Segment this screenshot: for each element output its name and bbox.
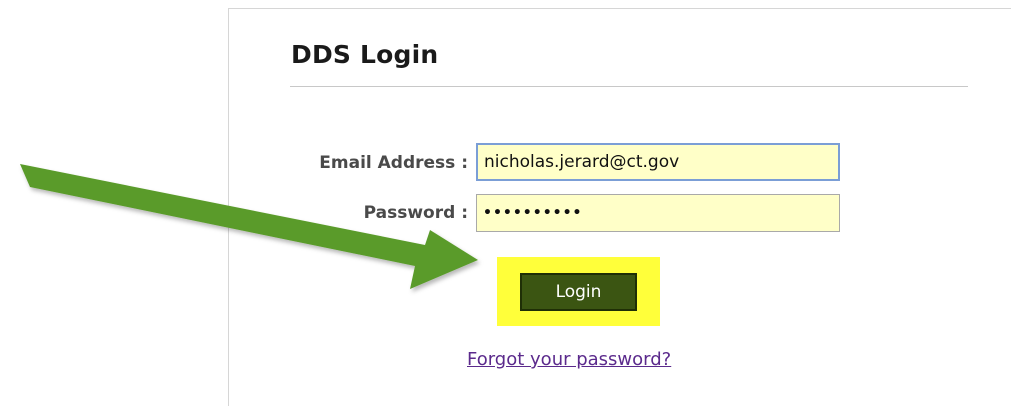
title-divider bbox=[290, 86, 968, 87]
password-label: Password : bbox=[363, 203, 468, 223]
page-title: DDS Login bbox=[291, 40, 439, 69]
forgot-password-link[interactable]: Forgot your password? bbox=[467, 349, 671, 370]
password-field[interactable] bbox=[476, 194, 840, 232]
login-button[interactable]: Login bbox=[520, 273, 637, 311]
email-label: Email Address : bbox=[319, 153, 468, 173]
email-field[interactable] bbox=[476, 143, 840, 181]
login-page: DDS Login Email Address : Password : Log… bbox=[0, 0, 1011, 406]
